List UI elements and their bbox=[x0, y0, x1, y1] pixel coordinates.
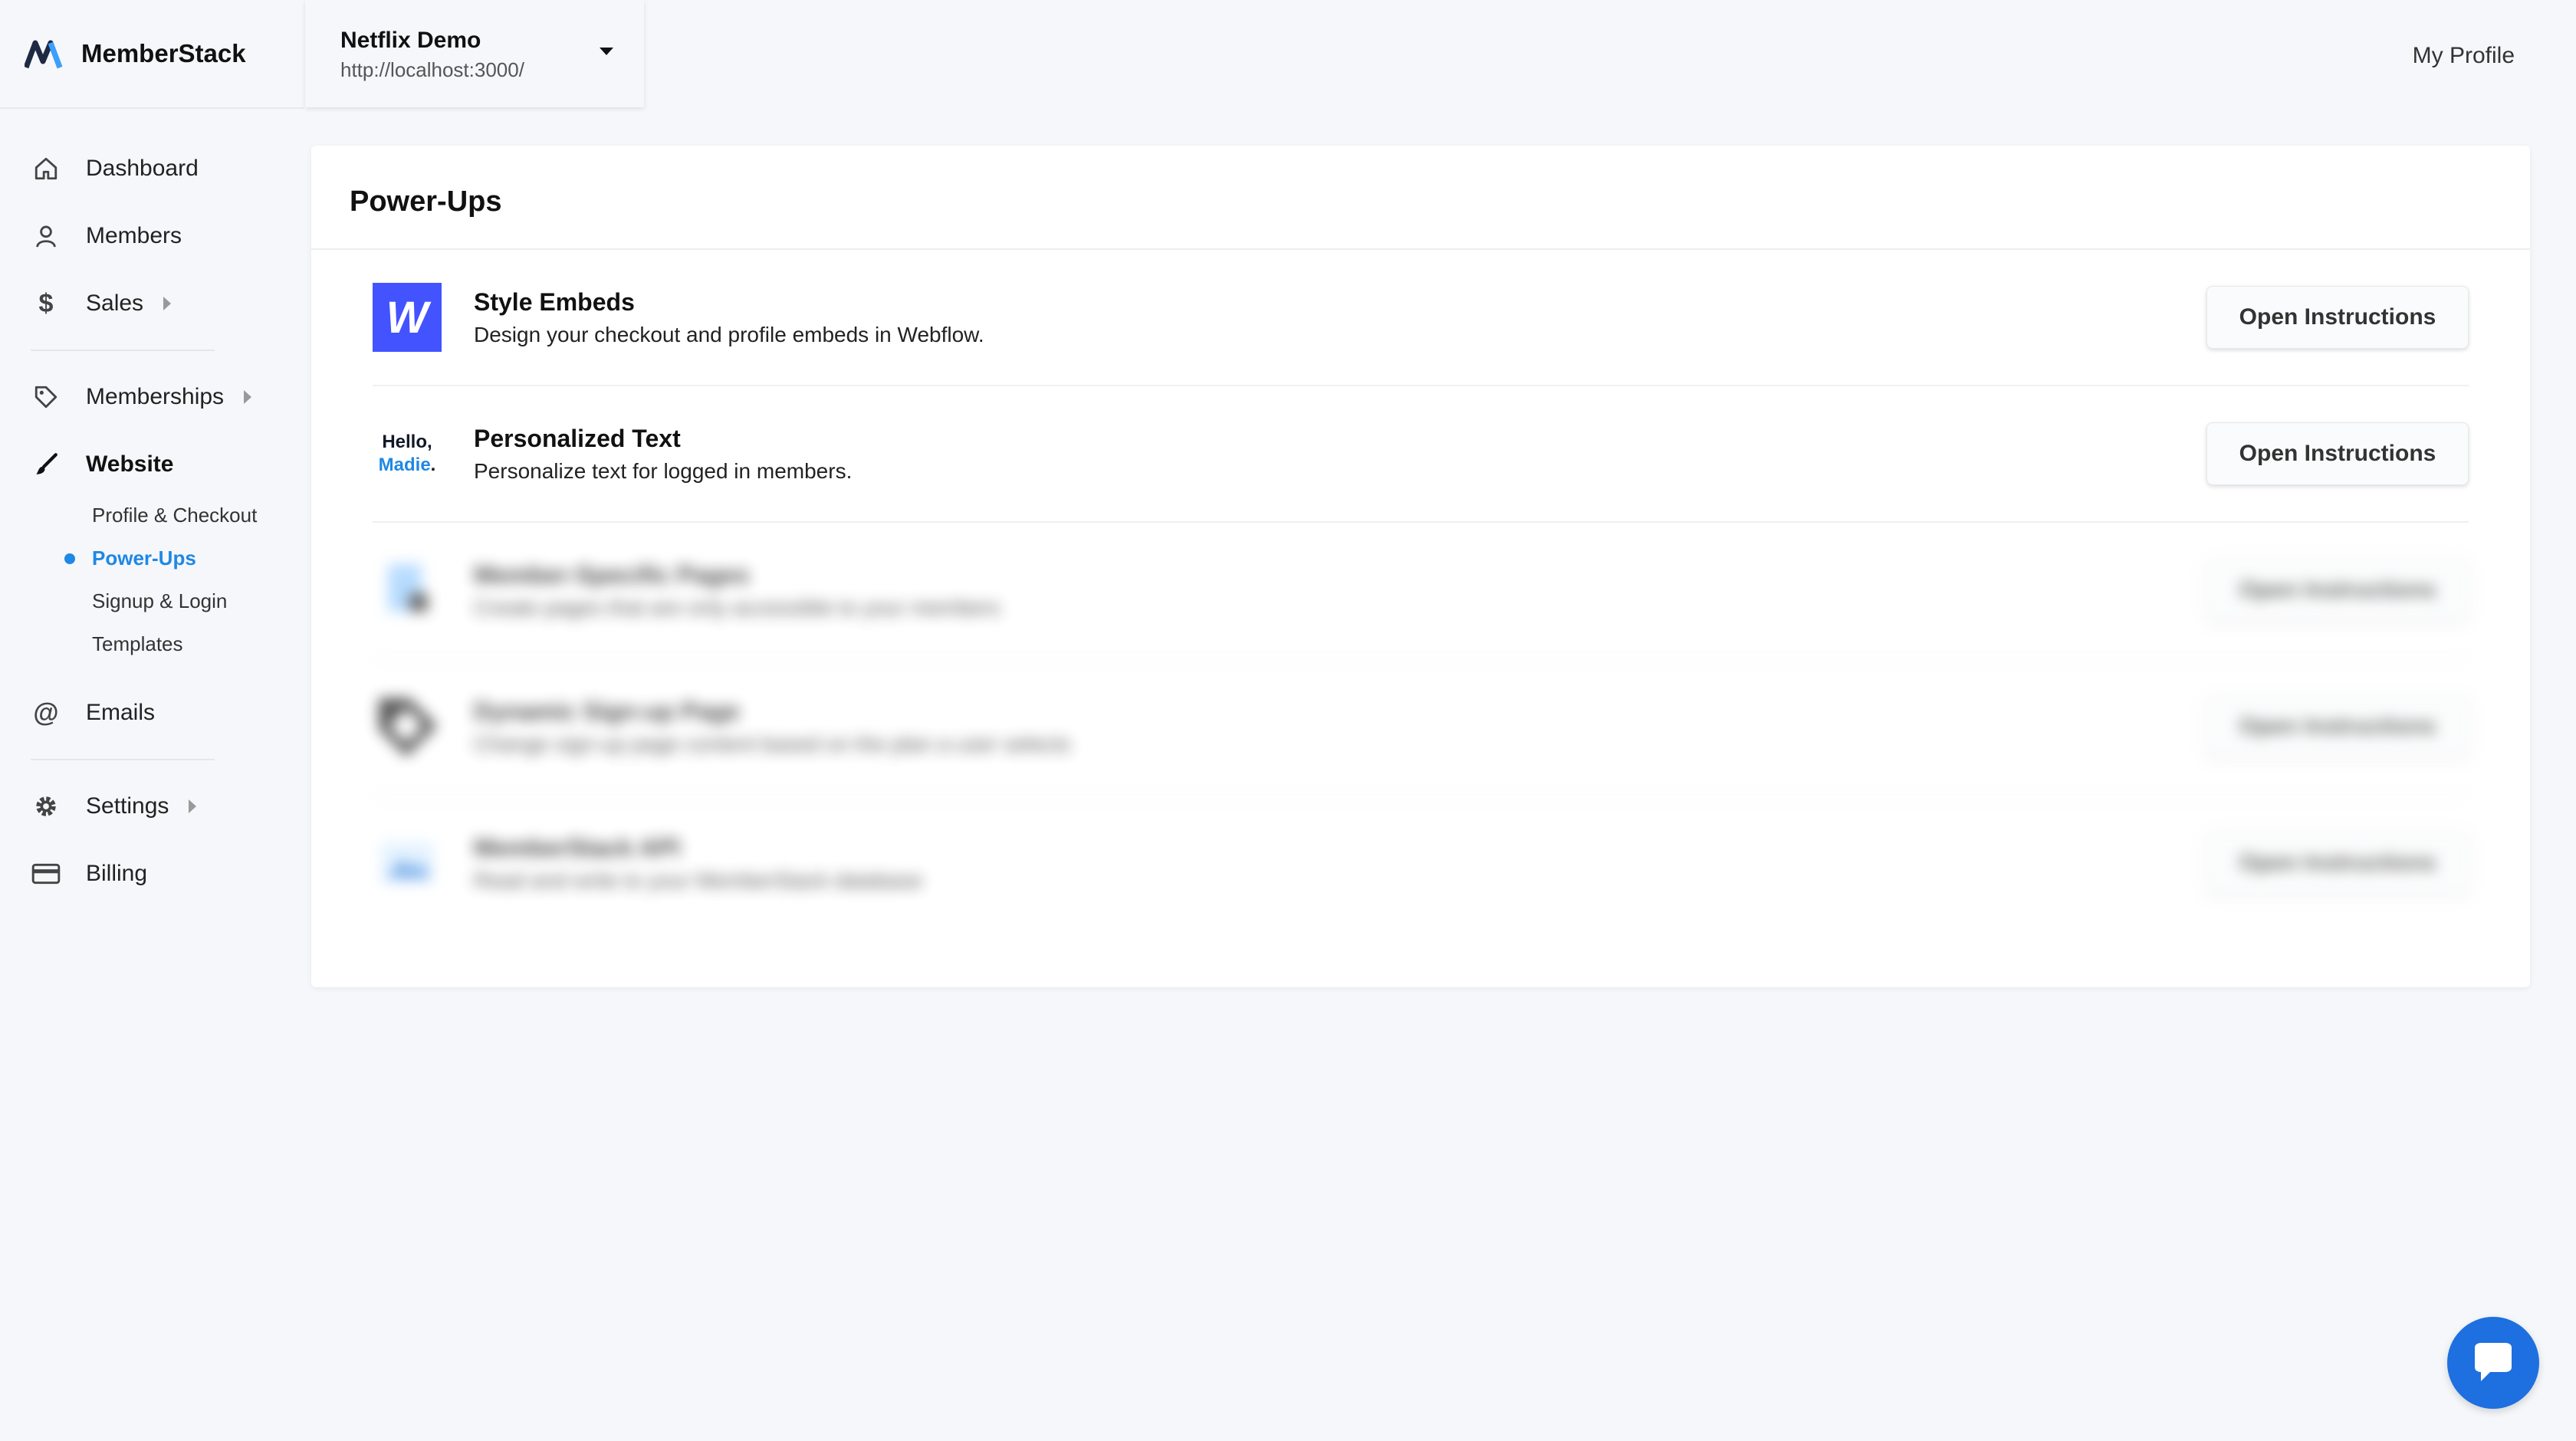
dollar-icon: $ bbox=[38, 288, 54, 318]
sidebar-item-memberships[interactable]: Memberships bbox=[0, 363, 304, 431]
gear-icon bbox=[31, 791, 61, 822]
brand-name: MemberStack bbox=[81, 39, 246, 67]
power-ups-card: Power-Ups W Style Embeds Design your che… bbox=[311, 146, 2530, 987]
sidebar-item-label: Website bbox=[86, 451, 174, 477]
project-switcher[interactable]: Netflix Demo http://localhost:3000/ bbox=[305, 0, 644, 107]
sidebar-item-label: Sales bbox=[86, 290, 144, 316]
sidebar-item-label: Memberships bbox=[86, 384, 225, 409]
open-instructions-button[interactable]: Open Instructions bbox=[2206, 695, 2469, 758]
webflow-icon: W bbox=[373, 283, 442, 352]
sidebar-item-website[interactable]: Website bbox=[0, 431, 304, 498]
power-up-row: Member-Specific Pages Create pages that … bbox=[373, 523, 2469, 659]
chevron-right-icon bbox=[189, 799, 197, 813]
open-instructions-button[interactable]: Open Instructions bbox=[2206, 832, 2469, 894]
user-icon bbox=[31, 221, 61, 251]
chat-bubble-icon bbox=[2475, 1343, 2512, 1381]
chat-button[interactable] bbox=[2447, 1317, 2539, 1409]
sidebar-item-settings[interactable]: Settings bbox=[0, 773, 304, 840]
sidebar-item-billing[interactable]: Billing bbox=[0, 840, 304, 908]
hello-name-icon: Hello, Madie. bbox=[373, 419, 442, 488]
power-up-row: MemberStack API Read and write to your M… bbox=[373, 796, 2469, 931]
divider bbox=[31, 759, 215, 760]
project-url: http://localhost:3000/ bbox=[340, 58, 524, 81]
subnav-power-ups[interactable]: Power-Ups bbox=[64, 537, 304, 579]
brand[interactable]: MemberStack bbox=[0, 0, 304, 109]
divider bbox=[31, 350, 215, 351]
power-up-title: MemberStack API bbox=[474, 833, 681, 862]
at-icon: @ bbox=[33, 698, 59, 727]
power-up-title: Dynamic Sign-up Page bbox=[474, 697, 740, 725]
subnav-signup-login[interactable]: Signup & Login bbox=[92, 579, 304, 622]
open-instructions-button[interactable]: Open Instructions bbox=[2206, 559, 2469, 622]
power-up-row: W Style Embeds Design your checkout and … bbox=[373, 250, 2469, 386]
subnav-templates[interactable]: Templates bbox=[92, 622, 304, 665]
home-icon bbox=[31, 153, 61, 184]
power-up-row: Hello, Madie. Personalized Text Personal… bbox=[373, 386, 2469, 523]
power-up-title: Personalized Text bbox=[474, 424, 681, 452]
sidebar-item-label: Settings bbox=[86, 793, 169, 819]
project-name: Netflix Demo bbox=[340, 28, 481, 53]
open-instructions-button[interactable]: Open Instructions bbox=[2206, 286, 2469, 349]
sidebar-item-label: Emails bbox=[86, 700, 156, 725]
power-up-title: Style Embeds bbox=[474, 287, 635, 316]
tag-icon bbox=[31, 382, 61, 412]
sidebar-item-dashboard[interactable]: Dashboard bbox=[0, 135, 304, 202]
webflow-logo: W bbox=[373, 283, 442, 352]
power-up-description: Create pages that are only accessible to… bbox=[474, 595, 1001, 619]
page-lock-icon bbox=[373, 556, 442, 625]
chevron-right-icon bbox=[163, 297, 172, 310]
page-title: Power-Ups bbox=[350, 185, 502, 218]
sidebar: Dashboard Members $ Sales Memberships We… bbox=[0, 135, 304, 908]
power-up-description: Read and write to your MemberStack datab… bbox=[474, 868, 923, 892]
power-up-title: Member-Specific Pages bbox=[474, 560, 750, 589]
power-up-row: Dynamic Sign-up Page Change sign-up page… bbox=[373, 659, 2469, 796]
power-up-description: Change sign-up page content based on the… bbox=[474, 731, 1071, 756]
sidebar-item-members[interactable]: Members bbox=[0, 202, 304, 270]
sidebar-item-emails[interactable]: @ Emails bbox=[0, 679, 304, 747]
open-instructions-button[interactable]: Open Instructions bbox=[2206, 422, 2469, 485]
sidebar-item-sales[interactable]: $ Sales bbox=[0, 270, 304, 337]
hello-dot: . bbox=[430, 455, 436, 475]
memberstack-logo-icon bbox=[25, 40, 63, 69]
sidebar-item-label: Dashboard bbox=[86, 156, 199, 181]
power-up-description: Design your checkout and profile embeds … bbox=[474, 322, 984, 346]
sidebar-item-label: Members bbox=[86, 223, 182, 248]
hello-text: Hello, bbox=[382, 432, 432, 452]
caret-down-icon bbox=[600, 48, 613, 55]
website-subnav: Profile & Checkout Power-Ups Signup & Lo… bbox=[0, 494, 304, 665]
chevron-right-icon bbox=[244, 390, 252, 404]
hello-name: Madie bbox=[378, 455, 431, 475]
api-image-icon bbox=[373, 829, 442, 898]
credit-card-icon bbox=[31, 858, 61, 889]
brush-icon bbox=[31, 449, 61, 480]
card-header: Power-Ups bbox=[311, 146, 2530, 250]
tag-dynamic-icon bbox=[373, 692, 442, 761]
power-ups-list: W Style Embeds Design your checkout and … bbox=[311, 250, 2530, 931]
my-profile-link[interactable]: My Profile bbox=[2413, 43, 2515, 69]
sidebar-item-label: Billing bbox=[86, 861, 148, 886]
subnav-profile-checkout[interactable]: Profile & Checkout bbox=[92, 494, 304, 537]
power-up-description: Personalize text for logged in members. bbox=[474, 458, 853, 483]
